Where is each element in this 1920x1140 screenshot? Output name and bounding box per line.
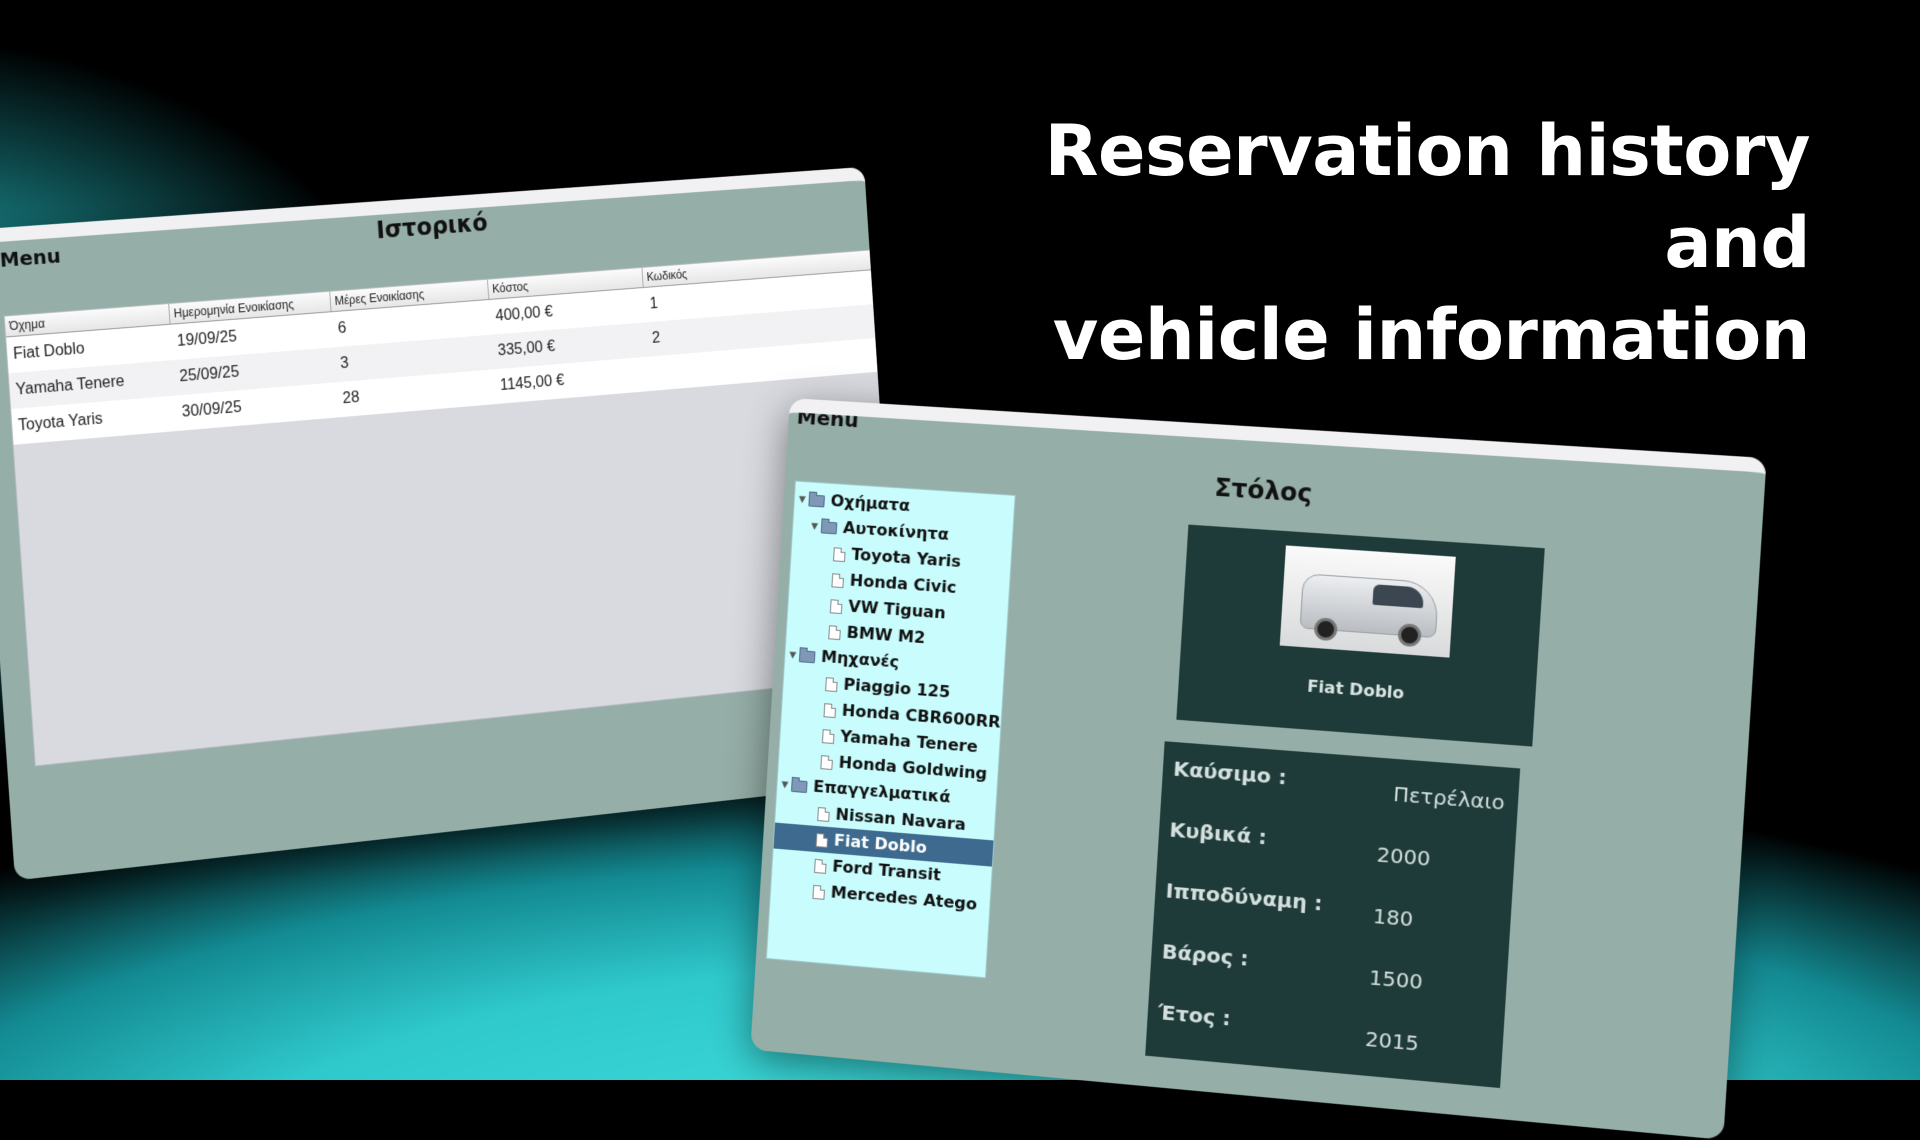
tree-label: BMW M2 xyxy=(846,622,926,648)
folder-icon xyxy=(808,493,826,507)
vehicle-name-caption: Fiat Doblo xyxy=(1306,676,1405,703)
info-row-fuel: Καύσιμο : Πετρέλαιο xyxy=(1172,756,1509,823)
tree-label: Fiat Doblo xyxy=(833,830,928,858)
info-label: Ιπποδύναμη : xyxy=(1165,878,1324,916)
tree-label: Honda Civic xyxy=(849,570,958,598)
file-icon xyxy=(825,676,838,692)
headline-line-2: vehicle information xyxy=(1052,294,1811,376)
vehicle-photo xyxy=(1279,545,1456,658)
history-table-container: Όχημα Ημερομηνία Ενοικίασης Μέρες Ενοικί… xyxy=(3,248,905,767)
tree-label: Αυτοκίνητα xyxy=(842,517,950,545)
info-value: Πετρέλαιο xyxy=(1392,781,1506,815)
info-value: 2000 xyxy=(1376,842,1432,871)
info-value: 1500 xyxy=(1368,964,1424,995)
history-table: Όχημα Ημερομηνία Ενοικίασης Μέρες Ενοικί… xyxy=(4,249,894,445)
info-label: Έτος : xyxy=(1157,999,1232,1031)
info-row-weight: Βάρος : 1500 xyxy=(1160,939,1497,1009)
file-icon xyxy=(820,754,834,770)
folder-icon xyxy=(820,520,838,534)
info-label: Καύσιμο : xyxy=(1172,756,1288,790)
file-icon xyxy=(814,858,827,874)
file-icon xyxy=(831,572,845,588)
folder-icon xyxy=(790,779,808,793)
vehicle-info-panel: Καύσιμο : Πετρέλαιο Κυβικά : 2000 Ιπποδύ… xyxy=(1145,741,1521,1089)
folder-icon xyxy=(798,649,816,663)
file-icon xyxy=(828,624,842,640)
vehicle-photo-panel: Fiat Doblo xyxy=(1176,524,1545,747)
vehicle-tree: ▼ Οχήματα ▼ Αυτοκίνητα Toyota Yaris Honda … xyxy=(765,480,1016,979)
file-icon xyxy=(823,702,837,718)
fleet-window: Menu Στόλος ▼ Οχήματα ▼ Αυτοκίνητα Toyota … xyxy=(750,398,1767,1140)
van-wheel-shape xyxy=(1313,617,1338,642)
info-label: Βάρος : xyxy=(1161,938,1250,971)
info-row-horsepower: Ιπποδύναμη : 180 xyxy=(1164,878,1501,947)
tree-label: Μηχανές xyxy=(820,646,900,672)
info-row-year: Έτος : 2015 xyxy=(1156,1000,1493,1071)
info-label: Κυβικά : xyxy=(1168,817,1268,850)
file-icon xyxy=(829,598,843,614)
tree-label: Toyota Yaris xyxy=(850,544,962,572)
info-row-cc: Κυβικά : 2000 xyxy=(1168,817,1505,885)
file-icon xyxy=(815,832,829,848)
tree-label: VW Tiguan xyxy=(847,596,947,623)
menu-button[interactable]: Menu xyxy=(796,404,859,432)
headline: Reservation history and vehicle informat… xyxy=(910,105,1811,381)
file-icon xyxy=(833,546,846,562)
van-wheel-shape xyxy=(1397,623,1422,648)
file-icon xyxy=(817,806,830,822)
file-icon xyxy=(812,884,826,900)
info-value: 2015 xyxy=(1364,1026,1420,1056)
info-value: 180 xyxy=(1372,903,1414,932)
file-icon xyxy=(821,728,835,744)
tree-label: Piaggio 125 xyxy=(842,674,951,702)
tree-label: Οχήματα xyxy=(830,490,911,516)
headline-line-1: Reservation history and xyxy=(1044,110,1811,284)
